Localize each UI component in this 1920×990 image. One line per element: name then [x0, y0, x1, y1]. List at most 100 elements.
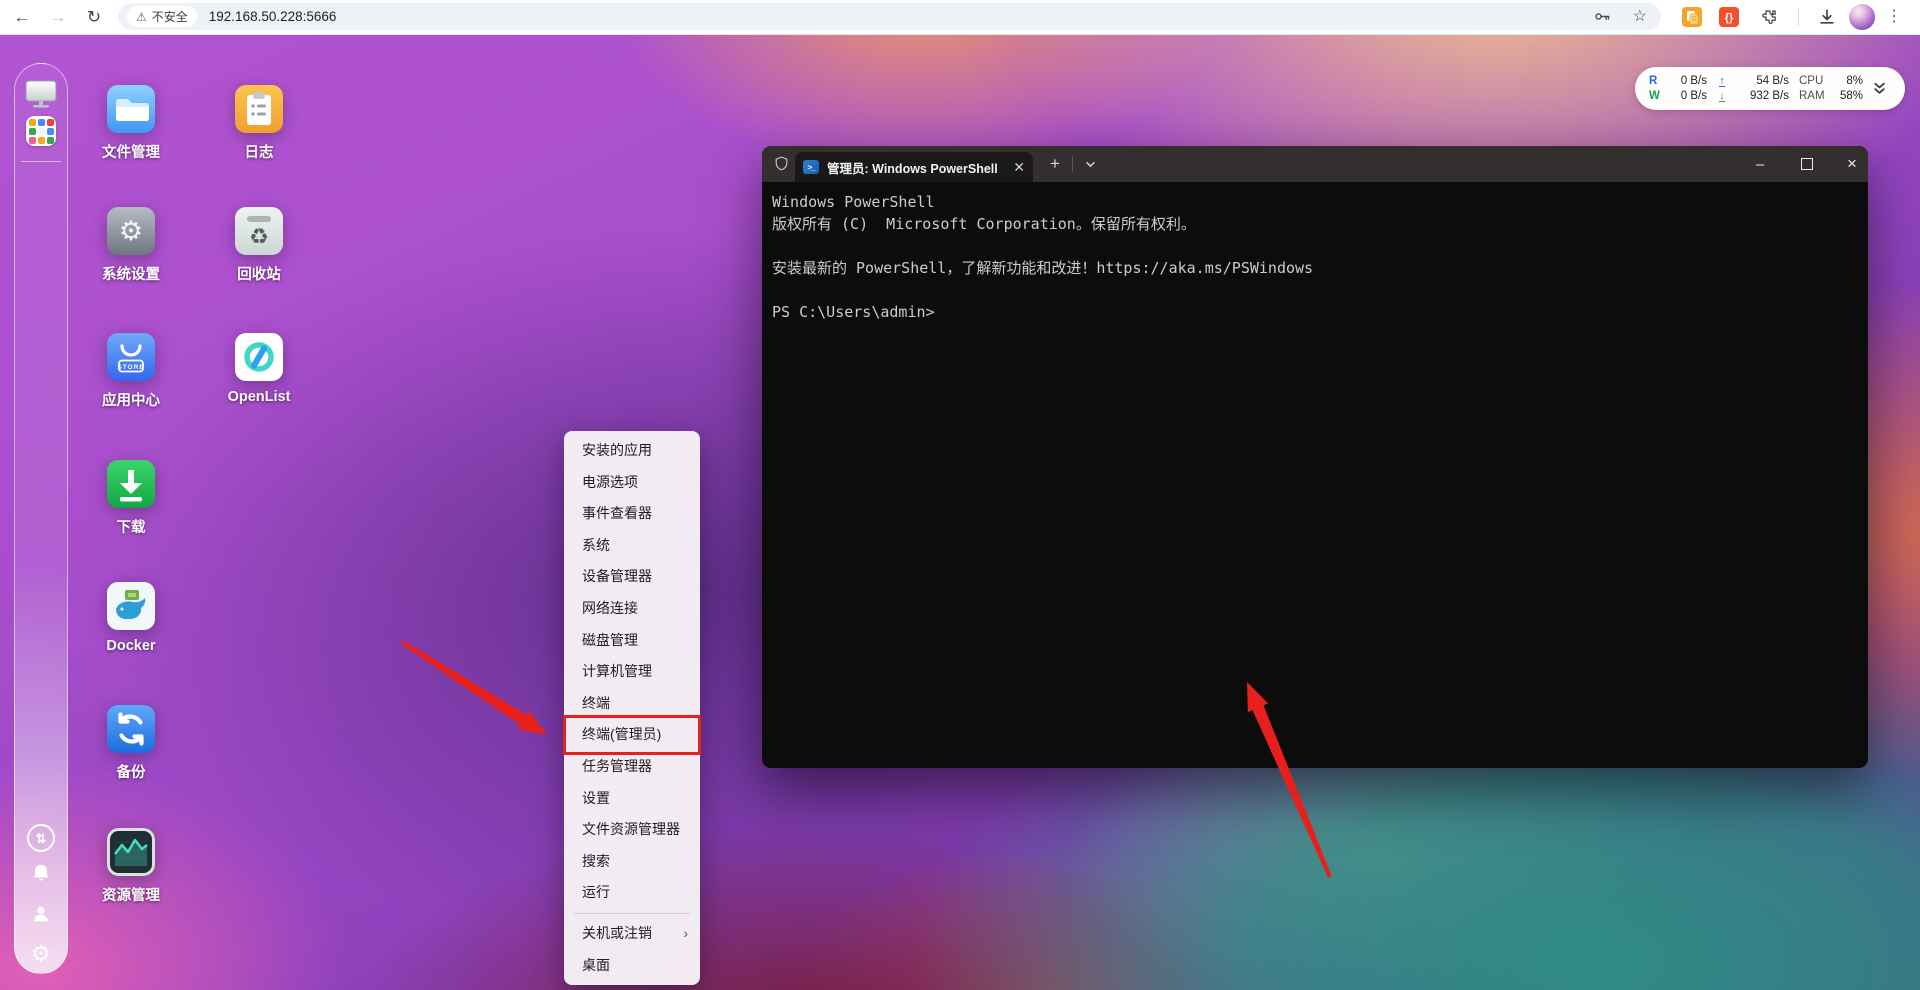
context-menu-item[interactable]: 事件查看器: [564, 498, 700, 530]
openlist-icon[interactable]: [235, 333, 283, 381]
context-menu-item[interactable]: 任务管理器: [564, 751, 700, 783]
terminal-line: Windows PowerShell: [772, 191, 1858, 213]
security-chip[interactable]: ⚠ 不安全: [127, 6, 197, 27]
docker-icon[interactable]: [107, 582, 155, 630]
desktop-monitor-icon[interactable]: [24, 79, 58, 109]
back-icon[interactable]: ←: [14, 9, 31, 26]
notification-bell-icon[interactable]: [30, 862, 52, 884]
address-bar[interactable]: ⚠ 不安全 192.168.50.228:5666 ☆: [118, 3, 1661, 30]
disk-read-label: R: [1649, 75, 1663, 87]
download-arrow-icon: ↓: [1719, 91, 1725, 102]
dock-divider: [21, 161, 61, 162]
terminal-line: 版权所有 (C) Microsoft Corporation。保留所有权利。: [772, 213, 1858, 235]
context-menu-item[interactable]: 网络连接: [564, 593, 700, 625]
system-monitor-widget[interactable]: R 0 B/s ↑ 54 B/s CPU 8% W 0 B/s ↓ 932 B/…: [1635, 67, 1905, 110]
reload-icon[interactable]: ↻: [87, 9, 101, 26]
collapse-chevron-icon[interactable]: [1873, 82, 1886, 95]
terminal-tab[interactable]: >_ 管理员: Windows PowerShell ✕: [795, 152, 1033, 182]
context-menu-item[interactable]: 安装的应用: [564, 435, 700, 467]
context-menu-item[interactable]: 设置: [564, 783, 700, 815]
log-icon[interactable]: [235, 85, 283, 133]
minimize-button[interactable]: –: [1738, 146, 1782, 182]
context-menu-item[interactable]: 设备管理器: [564, 561, 700, 593]
desktop-icon-label: 日志: [199, 141, 319, 162]
new-tab-button[interactable]: +: [1042, 146, 1068, 182]
disk-write-value: 0 B/s: [1667, 90, 1707, 102]
desktop-icon-label: 资源管理: [71, 884, 191, 905]
svg-text:{}: {}: [1725, 12, 1734, 24]
file-manager-icon[interactable]: [107, 85, 155, 133]
menu-divider: [574, 913, 690, 914]
desktop-icon-label: 回收站: [199, 263, 319, 284]
context-menu-item[interactable]: 电源选项: [564, 467, 700, 499]
upload-value: 54 B/s: [1737, 75, 1789, 87]
context-menu-item[interactable]: 桌面: [564, 950, 700, 982]
desktop-shortcut-openlist[interactable]: OpenList: [199, 333, 319, 405]
app-center-icon[interactable]: STORE: [107, 333, 155, 381]
close-button[interactable]: ×: [1830, 146, 1868, 182]
browser-menu-icon[interactable]: ⋮: [1886, 9, 1902, 25]
desktop-shortcut-system-settings[interactable]: ⚙系统设置: [71, 207, 191, 284]
extension-braces-icon[interactable]: {}: [1719, 7, 1739, 27]
extensions-puzzle-icon[interactable]: [1759, 8, 1778, 27]
security-chip-label: 不安全: [152, 8, 188, 25]
recycle-bin-icon[interactable]: ♻: [235, 207, 283, 255]
menu-item-label: 磁盘管理: [582, 632, 638, 648]
context-menu-item[interactable]: 系统: [564, 530, 700, 562]
terminal-line: [772, 279, 1858, 301]
desktop-shortcut-download[interactable]: 下载: [71, 460, 191, 537]
terminal-content[interactable]: Windows PowerShell版权所有 (C) Microsoft Cor…: [762, 182, 1868, 332]
powershell-icon: >_: [803, 160, 819, 174]
svg-text:⚙: ⚙: [119, 216, 143, 246]
password-key-icon[interactable]: [1593, 7, 1613, 27]
bookmark-star-icon[interactable]: ☆: [1633, 9, 1647, 25]
backup-icon[interactable]: [107, 705, 155, 753]
sidebar-dock: ⇅ ⚙: [14, 63, 68, 974]
desktop-shortcut-backup[interactable]: 备份: [71, 705, 191, 782]
extension-copy-icon[interactable]: [1682, 7, 1702, 27]
user-icon[interactable]: [30, 903, 52, 925]
app-grid-icon[interactable]: [26, 116, 56, 146]
context-menu-item[interactable]: 磁盘管理: [564, 625, 700, 657]
menu-item-label: 运行: [582, 884, 610, 900]
menu-item-label: 任务管理器: [582, 758, 652, 774]
desktop-icon-label: 下载: [71, 516, 191, 537]
context-menu-item[interactable]: 文件资源管理器: [564, 814, 700, 846]
menu-item-label: 系统: [582, 537, 610, 553]
tab-separator: [1072, 156, 1073, 172]
downloads-icon[interactable]: [1817, 7, 1837, 27]
desktop-shortcut-file-manager[interactable]: 文件管理: [71, 85, 191, 162]
tab-close-icon[interactable]: ✕: [1013, 160, 1025, 174]
ram-value: 58%: [1831, 90, 1863, 102]
desktop-icon-label: 应用中心: [71, 389, 191, 410]
network-transfer-icon[interactable]: ⇅: [27, 824, 55, 852]
system-settings-icon[interactable]: ⚙: [107, 207, 155, 255]
maximize-button[interactable]: [1785, 146, 1829, 182]
desktop-shortcut-docker[interactable]: Docker: [71, 582, 191, 654]
settings-gear-icon[interactable]: ⚙: [31, 943, 51, 965]
desktop-shortcut-log[interactable]: 日志: [199, 85, 319, 162]
context-menu-item[interactable]: 搜索: [564, 846, 700, 878]
desktop[interactable]: ⇅ ⚙ 文件管理⚙系统设置STORE应用中心下载Docker备份资源管理日志♻回…: [0, 34, 1920, 990]
menu-item-label: 计算机管理: [582, 663, 652, 679]
terminal-titlebar[interactable]: >_ 管理员: Windows PowerShell ✕ + – ×: [762, 146, 1868, 182]
tab-dropdown-icon[interactable]: [1078, 146, 1102, 182]
desktop-shortcut-app-center[interactable]: STORE 应用中心: [71, 333, 191, 410]
svg-text:STORE: STORE: [117, 364, 144, 371]
context-menu-item[interactable]: 终端(管理员): [564, 719, 700, 751]
desktop-shortcut-recycle-bin[interactable]: ♻ 回收站: [199, 207, 319, 284]
resource-monitor-icon[interactable]: [107, 828, 155, 876]
terminal-line: 安装最新的 PowerShell，了解新功能和改进！https://aka.ms…: [772, 257, 1858, 279]
menu-item-label: 搜索: [582, 853, 610, 869]
context-menu-item[interactable]: 运行: [564, 877, 700, 909]
menu-item-label: 设置: [582, 790, 610, 806]
context-menu-item[interactable]: 终端: [564, 688, 700, 720]
chevron-right-icon: ›: [683, 918, 688, 950]
context-menu-item[interactable]: 计算机管理: [564, 656, 700, 688]
download-value: 932 B/s: [1737, 90, 1789, 102]
download-icon[interactable]: [107, 460, 155, 508]
forward-icon[interactable]: →: [50, 9, 67, 26]
profile-avatar[interactable]: [1849, 4, 1875, 30]
desktop-shortcut-resource-monitor[interactable]: 资源管理: [71, 828, 191, 905]
context-menu-item[interactable]: 关机或注销›: [564, 918, 700, 950]
